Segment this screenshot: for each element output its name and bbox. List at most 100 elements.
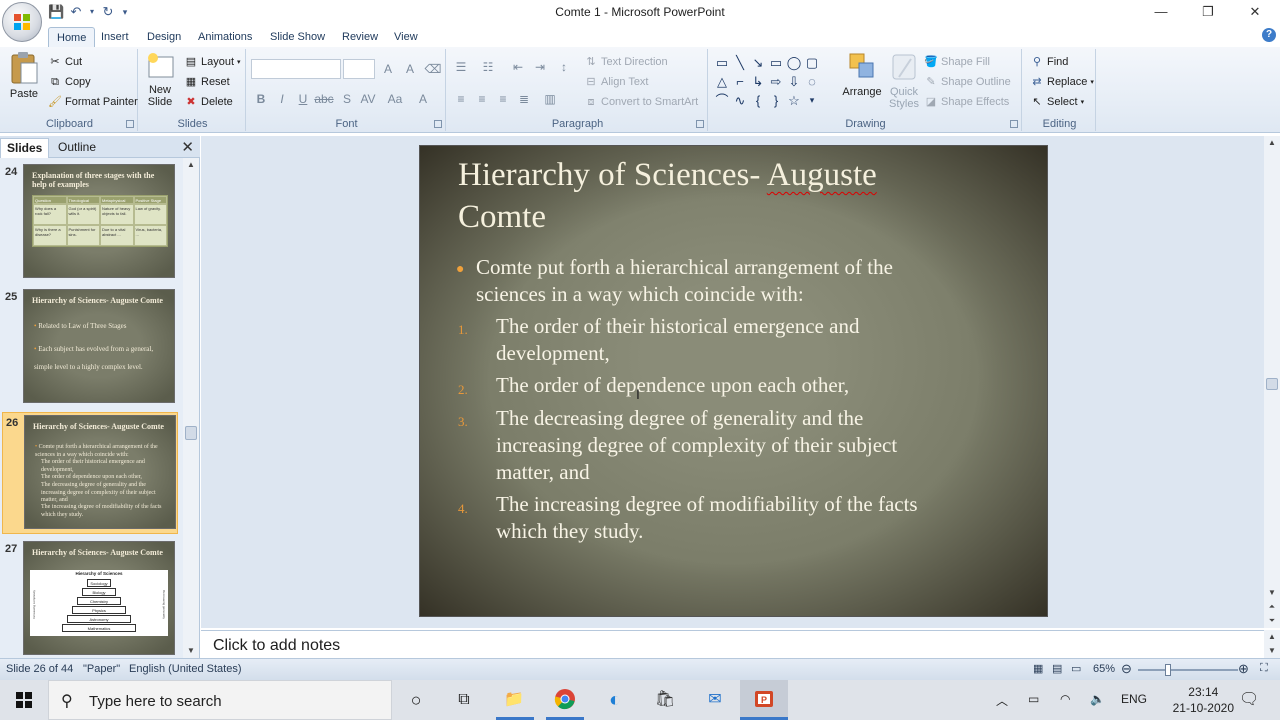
- select-button[interactable]: ↖ Select ▾: [1030, 95, 1084, 109]
- line-spacing-icon[interactable]: ↕: [554, 57, 574, 77]
- paragraph-launcher-icon[interactable]: [696, 120, 704, 128]
- cortana-icon[interactable]: ○: [403, 688, 429, 712]
- normal-view-icon[interactable]: ▦: [1033, 662, 1043, 675]
- justify-icon[interactable]: ≣: [514, 89, 534, 109]
- zoom-out-icon[interactable]: ⊖: [1121, 661, 1132, 677]
- tab-slides[interactable]: Slides: [0, 138, 50, 158]
- volume-icon[interactable]: 🔈: [1090, 692, 1105, 706]
- scroll-up-icon[interactable]: ▲: [1264, 136, 1280, 150]
- rounded-rect-shape-icon[interactable]: ▢: [803, 53, 821, 72]
- close-panel-icon[interactable]: ✕: [181, 138, 194, 156]
- save-icon[interactable]: 💾: [48, 4, 64, 20]
- increase-indent-icon[interactable]: ⇥: [530, 57, 550, 77]
- tab-view[interactable]: View: [386, 27, 426, 48]
- reset-button[interactable]: ▦ Reset: [184, 75, 230, 89]
- task-view-icon[interactable]: ⧉: [451, 688, 477, 712]
- tab-outline[interactable]: Outline: [52, 138, 102, 158]
- office-button[interactable]: [2, 2, 42, 42]
- customize-qat-icon[interactable]: ▾: [120, 4, 130, 20]
- tab-insert[interactable]: Insert: [93, 27, 137, 48]
- star-shape-icon[interactable]: ☆: [785, 91, 803, 110]
- cut-button[interactable]: ✂ Cut: [48, 55, 82, 69]
- slide-scroll-thumb[interactable]: [1266, 378, 1278, 390]
- slide-thumbnail-25[interactable]: 25 Hierarchy of Sciences- Auguste Comte …: [2, 287, 178, 407]
- show-hidden-icons-icon[interactable]: ︿: [996, 692, 1008, 709]
- shadow-icon[interactable]: S: [337, 89, 357, 109]
- input-language[interactable]: ENG: [1121, 692, 1147, 706]
- notes-pane[interactable]: Click to add notes: [201, 630, 1264, 658]
- bold-icon[interactable]: B: [251, 89, 271, 109]
- language-indicator[interactable]: English (United States): [129, 663, 242, 675]
- grow-font-icon[interactable]: A: [378, 59, 398, 79]
- clear-formatting-icon[interactable]: ⌫: [423, 59, 443, 79]
- panel-scroll-thumb[interactable]: [185, 426, 197, 440]
- convert-smartart-button[interactable]: ⧈ Convert to SmartArt: [584, 95, 699, 109]
- panel-scrollbar[interactable]: ▲ ▼: [183, 158, 199, 658]
- undo-dropdown-icon[interactable]: ▾: [88, 4, 96, 20]
- next-slide-icon[interactable]: ⏷: [1264, 614, 1280, 628]
- wifi-icon[interactable]: ◠: [1060, 692, 1070, 706]
- rectangle-shape-icon[interactable]: ▭: [767, 53, 785, 72]
- bullets-icon[interactable]: ☰: [451, 57, 471, 77]
- slide-sorter-view-icon[interactable]: ▤: [1052, 662, 1062, 675]
- italic-icon[interactable]: I: [272, 89, 292, 109]
- scroll-up-icon[interactable]: ▲: [1264, 630, 1280, 644]
- oval-shape-icon[interactable]: ◯: [785, 53, 803, 72]
- edge-icon[interactable]: ◐: [602, 688, 628, 712]
- decrease-indent-icon[interactable]: ⇤: [508, 57, 528, 77]
- zoom-slider[interactable]: [1138, 669, 1238, 671]
- previous-slide-icon[interactable]: ⏶: [1264, 600, 1280, 614]
- restore-button[interactable]: ❐: [1185, 0, 1231, 24]
- notifications-icon[interactable]: 🗨: [1239, 689, 1259, 709]
- zoom-slider-handle[interactable]: [1165, 664, 1171, 676]
- delete-button[interactable]: ✖ Delete: [184, 95, 232, 109]
- find-button[interactable]: ⚲ Find: [1030, 55, 1068, 69]
- zoom-level[interactable]: 65%: [1093, 663, 1115, 675]
- shape-effects-button[interactable]: ◪ Shape Effects: [924, 95, 1010, 109]
- notes-scrollbar[interactable]: ▲ ▼: [1264, 630, 1280, 658]
- callout-shape-icon[interactable]: ◌: [803, 72, 821, 91]
- redo-icon[interactable]: ↻: [100, 4, 116, 20]
- slide-show-view-icon[interactable]: ▭: [1071, 662, 1081, 675]
- change-case-icon[interactable]: Aa: [385, 89, 405, 109]
- textbox-shape-icon[interactable]: ▭: [713, 53, 731, 72]
- taskbar-search-box[interactable]: ⚲ Type here to search: [48, 680, 392, 720]
- drawing-launcher-icon[interactable]: [1010, 120, 1018, 128]
- down-arrow-shape-icon[interactable]: ⇩: [785, 72, 803, 91]
- text-direction-button[interactable]: ⇅ Text Direction: [584, 55, 667, 69]
- slide-scrollbar[interactable]: ▲ ▼ ⏶ ⏷: [1264, 136, 1280, 628]
- clipboard-launcher-icon[interactable]: [126, 120, 134, 128]
- scroll-down-icon[interactable]: ▼: [1264, 586, 1280, 600]
- arrow-line-shape-icon[interactable]: ↘: [749, 53, 767, 72]
- format-painter-button[interactable]: 🖌 Format Painter: [48, 95, 138, 109]
- freeform-shape-icon[interactable]: ∿: [731, 91, 749, 110]
- line-shape-icon[interactable]: ╲: [731, 53, 749, 72]
- strikethrough-icon[interactable]: abc: [314, 89, 334, 109]
- help-icon[interactable]: ?: [1262, 28, 1276, 42]
- shape-fill-button[interactable]: 🪣 Shape Fill: [924, 55, 990, 69]
- chrome-icon[interactable]: [552, 688, 578, 712]
- replace-button[interactable]: ⇄ Replace ▾: [1030, 75, 1093, 89]
- quick-styles-button[interactable]: Quick Styles: [886, 51, 922, 110]
- elbow-arrow-shape-icon[interactable]: ↳: [749, 72, 767, 91]
- font-size-field[interactable]: [343, 59, 375, 79]
- more-shapes-icon[interactable]: ▾: [803, 91, 821, 110]
- right-arrow-shape-icon[interactable]: ⇨: [767, 72, 785, 91]
- shapes-gallery[interactable]: ▭ ╲ ↘ ▭ ◯ ▢ △ ⌐ ↳ ⇨ ⇩ ◌ ⌒ ∿ { } ☆ ▾: [713, 53, 821, 110]
- store-icon[interactable]: 🛍: [652, 688, 678, 712]
- start-button[interactable]: [0, 680, 48, 720]
- curve-shape-icon[interactable]: ⌒: [713, 91, 731, 110]
- battery-icon[interactable]: ▭: [1028, 692, 1039, 706]
- scroll-down-icon[interactable]: ▼: [1264, 644, 1280, 658]
- font-color-icon[interactable]: A: [413, 89, 433, 109]
- numbering-icon[interactable]: ☷: [478, 57, 498, 77]
- zoom-in-icon[interactable]: ⊕: [1238, 661, 1249, 677]
- scroll-down-icon[interactable]: ▼: [183, 644, 199, 658]
- right-brace-shape-icon[interactable]: }: [767, 91, 785, 110]
- close-button[interactable]: ✕: [1232, 0, 1278, 24]
- new-slide-button[interactable]: New Slide: [142, 51, 178, 108]
- shrink-font-icon[interactable]: A: [400, 59, 420, 79]
- tab-animations[interactable]: Animations: [190, 27, 260, 48]
- mail-icon[interactable]: ✉: [702, 688, 728, 712]
- undo-icon[interactable]: ↶: [68, 4, 84, 20]
